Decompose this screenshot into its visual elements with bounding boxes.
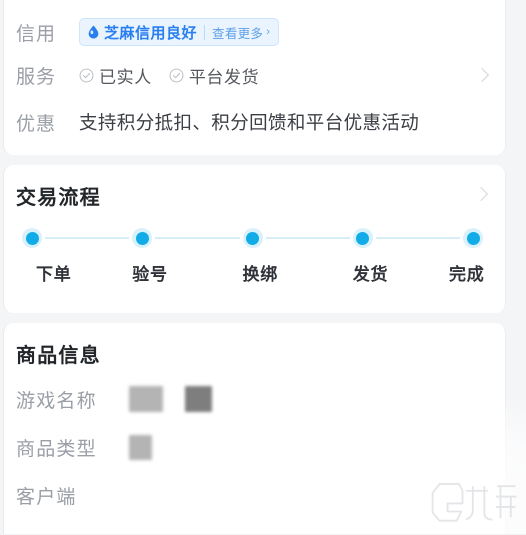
- service-tag-platform-delivery: 平台发货: [169, 63, 259, 88]
- goods-row-label: 客户端: [16, 486, 77, 508]
- credit-row: 信用 芝麻信用良好 查看更多 ›: [4, 12, 505, 52]
- flow-step-label-1: 下单: [36, 265, 72, 284]
- flow-stepper: 下单 验号 换绑 发货 完成: [22, 227, 485, 285]
- transaction-flow-title: 交易流程: [16, 187, 101, 209]
- flow-step-label-4: 发货: [352, 265, 389, 284]
- seller-info-card: 信用 芝麻信用良好 查看更多 › 服务 已实人 平台发货 优惠 支持积分抵扣、积…: [3, 0, 506, 155]
- service-tag-label: 平台发货: [188, 67, 260, 87]
- credit-row-label: 信用: [16, 23, 57, 45]
- flow-stepper-labels: 下单 验号 换绑 发货 完成: [22, 260, 485, 285]
- circle-check-icon: [79, 68, 94, 82]
- flow-step-dot: [22, 228, 42, 248]
- goods-row-game-name: 游戏名称: [4, 383, 505, 415]
- redacted-value-block: [129, 386, 163, 412]
- flow-step-dot: [463, 228, 483, 248]
- service-tag-label: 已实人: [99, 67, 152, 87]
- flow-step-connector: [265, 237, 350, 239]
- flow-step-dot: [352, 228, 373, 248]
- sesame-credit-text: 芝麻信用良好: [104, 24, 198, 42]
- app-screen: 信用 芝麻信用良好 查看更多 › 服务 已实人 平台发货 优惠 支持积分抵扣、积…: [0, 0, 526, 534]
- badge-divider: [204, 24, 206, 40]
- redacted-value-block: [185, 386, 212, 412]
- transaction-flow-card[interactable]: 交易流程 下单 验号 换绑 发货 完成: [3, 165, 506, 313]
- promotion-row-label: 优惠: [16, 113, 57, 135]
- view-more-label: 查看更多: [212, 26, 264, 41]
- circle-check-icon: [169, 68, 184, 82]
- promotion-text: 支持积分抵扣、积分回馈和平台优惠活动: [79, 112, 420, 133]
- service-row[interactable]: 服务 已实人 平台发货: [4, 58, 505, 92]
- flow-stepper-track: [22, 227, 483, 249]
- goods-row-label: 游戏名称: [16, 390, 97, 412]
- goods-row-goods-type: 商品类型: [4, 431, 505, 463]
- flow-step-label-3: 换绑: [242, 265, 279, 284]
- service-row-label: 服务: [16, 66, 57, 88]
- service-tag-verified-person: 已实人: [79, 63, 152, 88]
- sesame-drop-icon: [88, 25, 99, 39]
- flow-step-dot: [132, 228, 153, 248]
- flow-step-label-5: 完成: [449, 265, 485, 284]
- promotion-row: 优惠 支持积分抵扣、积分回馈和平台优惠活动: [4, 104, 505, 140]
- chevron-right-icon: ›: [266, 26, 270, 38]
- goods-info-card: 商品信息 游戏名称 商品类型 客户端: [3, 323, 506, 534]
- flow-step-connector: [375, 237, 460, 239]
- flow-step-dot: [242, 228, 263, 248]
- flow-step-connector: [45, 237, 130, 239]
- flow-step-connector: [155, 237, 240, 239]
- goods-row-label: 商品类型: [16, 438, 97, 460]
- sesame-credit-badge[interactable]: 芝麻信用良好 查看更多 ›: [79, 18, 279, 46]
- redacted-value-block: [129, 434, 152, 460]
- goods-row-client: 客户端: [4, 479, 505, 511]
- chevron-right-icon[interactable]: [473, 186, 489, 202]
- goods-info-title: 商品信息: [16, 345, 101, 367]
- flow-step-label-2: 验号: [132, 265, 168, 284]
